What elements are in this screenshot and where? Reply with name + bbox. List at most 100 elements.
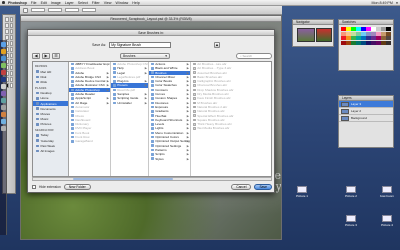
desktop-icon[interactable]: Picture 3 xyxy=(340,215,362,227)
list-item[interactable]: GarageBand xyxy=(69,139,110,143)
color-swatch[interactable] xyxy=(386,36,391,40)
preview-icon[interactable] xyxy=(0,84,6,89)
save-as-input[interactable] xyxy=(109,42,172,48)
menu-window[interactable]: Window xyxy=(116,1,129,5)
color-swatch[interactable] xyxy=(366,31,371,36)
zoom-tool-icon[interactable] xyxy=(9,77,13,82)
column-brushes[interactable]: Art Brushes...ture.abr Art Brushes ...Typ… xyxy=(191,62,271,176)
desktop-icon[interactable]: Picture 4 xyxy=(376,215,398,227)
ichat-icon[interactable] xyxy=(0,63,6,68)
photoshop-icon[interactable] xyxy=(0,77,6,82)
save-button[interactable]: Save xyxy=(254,184,272,190)
color-swatch[interactable] xyxy=(361,31,366,36)
color-swatch[interactable] xyxy=(381,27,386,31)
view-mode-button[interactable]: ☰ xyxy=(52,52,60,59)
type-tool-icon[interactable] xyxy=(9,59,13,64)
list-item[interactable]: Wet Media Brushes.abr xyxy=(191,126,271,130)
color-swatch[interactable] xyxy=(381,31,386,36)
mail-icon[interactable] xyxy=(0,49,6,54)
sidebar-item[interactable]: All Images xyxy=(33,148,68,153)
color-swatch[interactable] xyxy=(346,36,351,40)
wand-tool-icon[interactable] xyxy=(9,23,13,28)
safari-icon[interactable] xyxy=(0,56,6,61)
color-swatch[interactable] xyxy=(376,36,381,40)
cancel-button[interactable]: Cancel xyxy=(231,184,252,190)
brush-size-field[interactable] xyxy=(31,8,45,12)
location-popup[interactable]: Brushes ▾ xyxy=(120,52,170,59)
color-swatch[interactable] xyxy=(376,31,381,36)
navigator-thumbnail[interactable] xyxy=(297,28,315,42)
textedit-icon[interactable] xyxy=(0,119,6,124)
color-swatch[interactable] xyxy=(356,31,361,36)
menu-image[interactable]: Image xyxy=(51,1,61,5)
crop-tool-icon[interactable] xyxy=(5,29,9,34)
menu-filter[interactable]: Filter xyxy=(92,1,100,5)
illustrator-icon[interactable] xyxy=(0,112,6,117)
slice-tool-icon[interactable] xyxy=(9,29,13,34)
menu-select[interactable]: Select xyxy=(78,1,88,5)
color-swatch[interactable] xyxy=(371,27,376,31)
swatch-grid[interactable] xyxy=(339,25,393,47)
dodge-tool-icon[interactable] xyxy=(9,53,13,58)
finder-icon[interactable] xyxy=(0,42,6,47)
color-swatch[interactable] xyxy=(386,40,391,45)
flow-field[interactable] xyxy=(82,8,96,12)
tab-navigator[interactable]: Navigator xyxy=(293,20,333,25)
search-field[interactable]: ⌕ Search xyxy=(236,52,272,59)
menu-layer[interactable]: Layer xyxy=(65,1,74,5)
menu-view[interactable]: View xyxy=(104,1,112,5)
brush-tool-icon[interactable] xyxy=(23,7,28,13)
column-presets[interactable]: Actions ▶ Black and White ▶ Brushes ▶ Channel … xyxy=(149,62,191,176)
layer-row[interactable]: Layer 3 xyxy=(339,101,393,108)
desktop-icon[interactable]: bow boom xyxy=(376,186,398,198)
navigator-thumbnail-2[interactable] xyxy=(316,28,332,42)
color-swatch[interactable] xyxy=(361,27,366,31)
app-menu[interactable]: Photoshop xyxy=(8,1,27,5)
color-swatch[interactable] xyxy=(356,36,361,40)
color-swatch[interactable] xyxy=(386,27,391,31)
color-swatch[interactable] xyxy=(376,40,381,45)
desktop-icon[interactable]: Picture 2 xyxy=(340,186,362,198)
menu-file[interactable]: File xyxy=(31,1,37,5)
color-swatch[interactable] xyxy=(351,31,356,36)
color-swatch[interactable] xyxy=(371,36,376,40)
color-swatch[interactable] xyxy=(386,31,391,36)
color-swatch[interactable] xyxy=(351,36,356,40)
mode-select[interactable] xyxy=(48,8,62,12)
desktop-icon[interactable]: Picture 1 xyxy=(291,186,313,198)
color-swatch[interactable] xyxy=(346,31,351,36)
lasso-tool-icon[interactable] xyxy=(5,23,9,28)
gradient-tool-icon[interactable] xyxy=(9,47,13,52)
color-swatch[interactable] xyxy=(351,27,356,31)
color-swatch[interactable] xyxy=(361,36,366,40)
layer-row[interactable]: Layer 2 xyxy=(339,108,393,115)
scrollbar-thumb[interactable] xyxy=(73,178,173,180)
color-swatch[interactable] xyxy=(346,40,351,45)
layer-row[interactable]: Background xyxy=(339,115,393,122)
color-swatch[interactable] xyxy=(341,31,346,36)
color-swatch[interactable] xyxy=(346,27,351,31)
back-button[interactable]: ◀ xyxy=(32,52,40,59)
new-folder-button[interactable]: New Folder xyxy=(63,184,91,190)
apple-menu-icon[interactable] xyxy=(2,0,5,5)
clock[interactable]: Mon 8:49 PM xyxy=(371,1,392,5)
color-swatch[interactable] xyxy=(381,40,386,45)
color-swatch[interactable] xyxy=(356,40,361,45)
color-swatch[interactable] xyxy=(371,40,376,45)
list-item[interactable]: Styles ▶ xyxy=(149,157,190,161)
color-swatch[interactable] xyxy=(366,27,371,31)
collapse-dialog-button[interactable]: ▲ xyxy=(214,42,220,48)
shape-tool-icon[interactable] xyxy=(9,65,13,70)
color-swatch[interactable] xyxy=(341,27,346,31)
opacity-field[interactable] xyxy=(65,8,79,12)
eyedropper-tool-icon[interactable] xyxy=(9,71,13,76)
calendar-icon[interactable] xyxy=(0,70,6,75)
color-swatch[interactable] xyxy=(366,36,371,40)
color-swatch[interactable] xyxy=(341,40,346,45)
menu-help[interactable]: Help xyxy=(132,1,139,5)
trash-icon[interactable] xyxy=(0,126,6,131)
color-swatch[interactable] xyxy=(361,40,366,45)
iphoto-icon[interactable] xyxy=(0,98,6,103)
list-item[interactable]: Uninstaller ▶ xyxy=(111,101,148,105)
color-swatch[interactable] xyxy=(366,40,371,45)
